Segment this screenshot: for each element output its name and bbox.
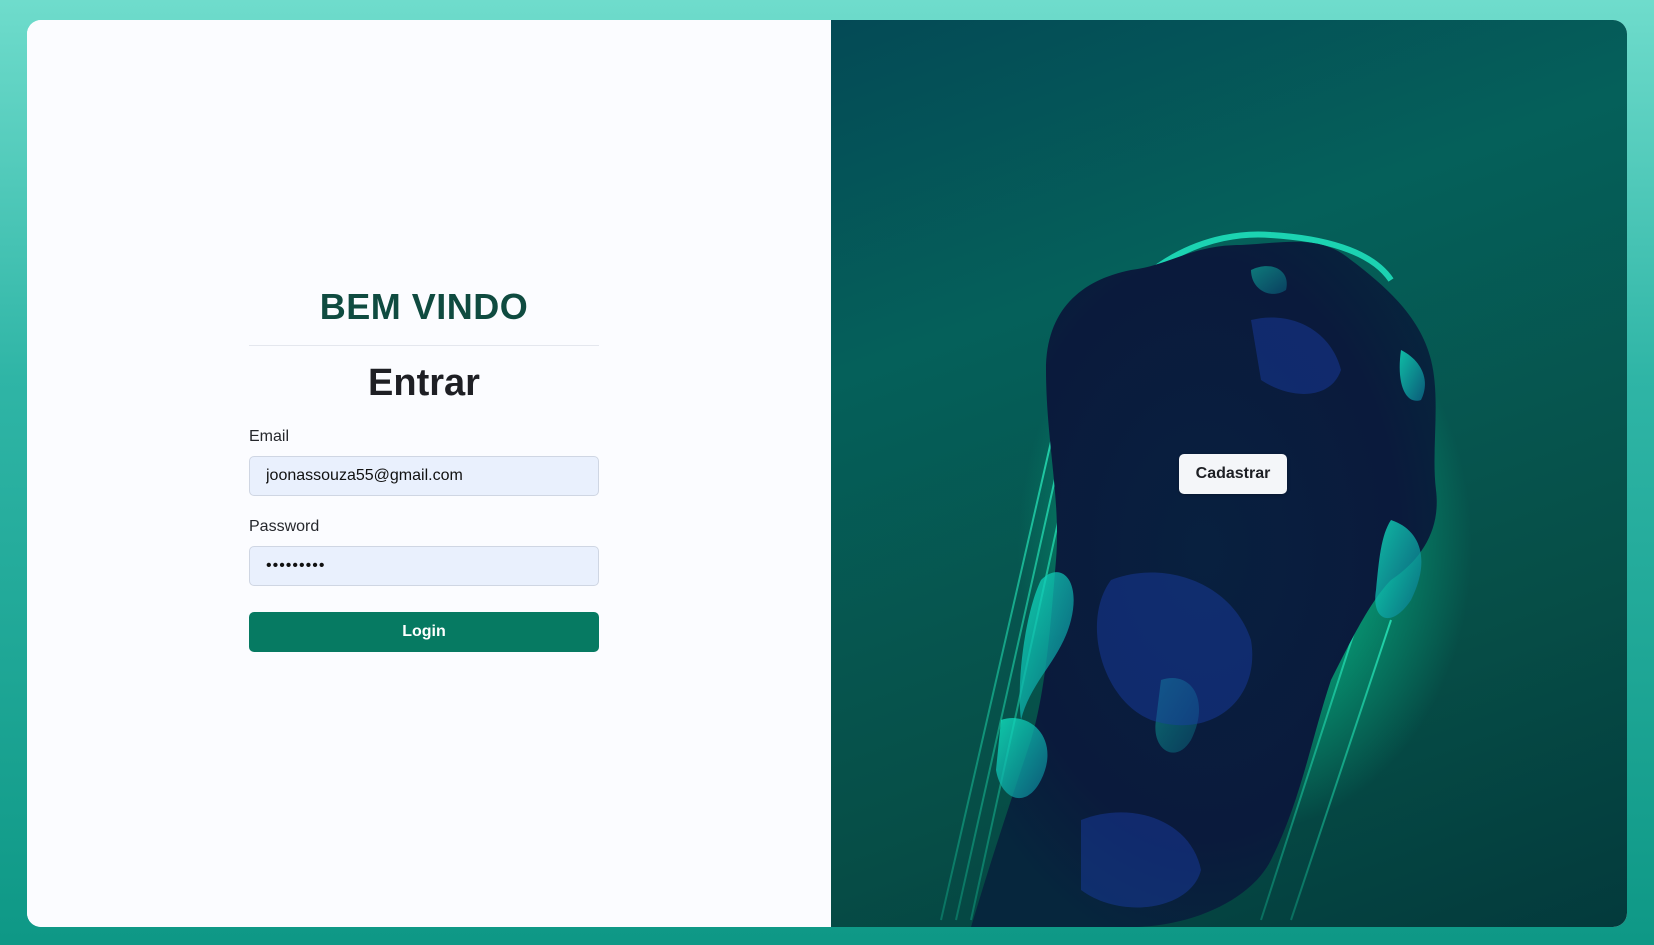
email-label: Email bbox=[249, 428, 290, 445]
password-field[interactable] bbox=[249, 546, 599, 586]
password-label: Password bbox=[249, 518, 320, 535]
login-card: BEM VINDO Entrar Email Password Login bbox=[27, 20, 1627, 927]
email-field[interactable] bbox=[249, 456, 599, 496]
password-field-group: Password bbox=[249, 518, 599, 586]
login-panel: BEM VINDO Entrar Email Password Login bbox=[27, 20, 831, 927]
login-form: BEM VINDO Entrar Email Password Login bbox=[249, 285, 599, 652]
signup-button[interactable]: Cadastrar bbox=[1179, 454, 1287, 494]
login-button[interactable]: Login bbox=[249, 612, 599, 652]
hero-panel: Cadastrar bbox=[831, 20, 1627, 927]
page-title: Entrar bbox=[368, 362, 480, 404]
welcome-heading: BEM VINDO bbox=[249, 285, 599, 346]
email-field-group: Email bbox=[249, 428, 599, 496]
